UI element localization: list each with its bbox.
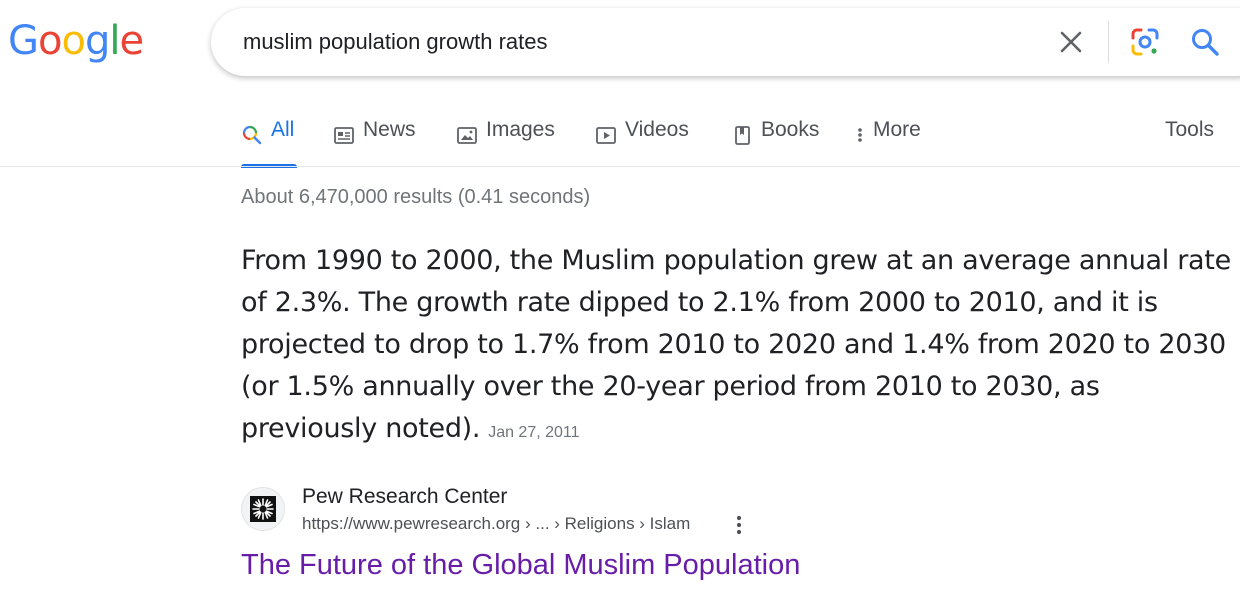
tab-books[interactable]: Books [731,118,819,168]
tools-button[interactable]: Tools [1165,118,1214,168]
search-input[interactable] [243,26,1023,58]
site-url: https://www.pewresearch.org › ... › Reli… [302,514,691,533]
tab-images[interactable]: Images [456,118,555,168]
google-logo[interactable]: Google [8,16,144,66]
more-options-icon[interactable] [731,513,747,537]
tab-videos[interactable]: Videos [595,118,689,168]
tab-label: Videos [625,118,689,141]
search-box [211,8,1240,76]
snippet-date: Jan 27, 2011 [488,424,580,441]
logo-letter: G [8,18,39,64]
featured-snippet: From 1990 to 2000, the Muslim population… [241,240,1231,454]
tab-label: All [271,118,295,141]
search-icon[interactable] [1189,26,1221,58]
tab-all[interactable]: All [241,118,297,168]
search-results-page: Google All [0,0,1240,606]
logo-letter: o [61,18,86,64]
video-icon [596,127,616,144]
search-icon [242,125,262,145]
site-favicon [241,487,285,531]
close-icon[interactable] [1055,26,1087,58]
result-source[interactable]: Pew Research Center https://www.pewresea… [241,483,781,543]
tab-label: Books [761,118,820,141]
logo-letter: l [109,18,120,64]
pew-logo-icon [250,496,276,522]
news-icon [334,127,354,144]
tab-label: Images [486,118,555,141]
tabs-divider [0,166,1240,167]
site-name: Pew Research Center [302,485,508,508]
result-title-link[interactable]: The Future of the Global Muslim Populati… [241,549,800,582]
result-stats: About 6,470,000 results (0.41 seconds) [241,186,591,208]
search-tabs: All News Images Videos Books More Tools [241,118,1240,168]
search-box-divider [1108,21,1109,63]
book-icon [735,126,750,145]
tab-label: More [873,118,921,141]
more-vert-icon [858,128,862,142]
tab-more[interactable]: More [853,118,921,168]
logo-letter: g [84,18,110,64]
featured-snippet-text: From 1990 to 2000, the Muslim population… [241,245,1231,444]
tab-news[interactable]: News [333,118,416,168]
logo-letter: e [119,18,144,64]
google-lens-icon[interactable] [1129,26,1161,58]
logo-letter: o [38,18,63,64]
tab-label: News [363,118,416,141]
image-icon [457,127,477,144]
tools-label: Tools [1165,118,1215,141]
